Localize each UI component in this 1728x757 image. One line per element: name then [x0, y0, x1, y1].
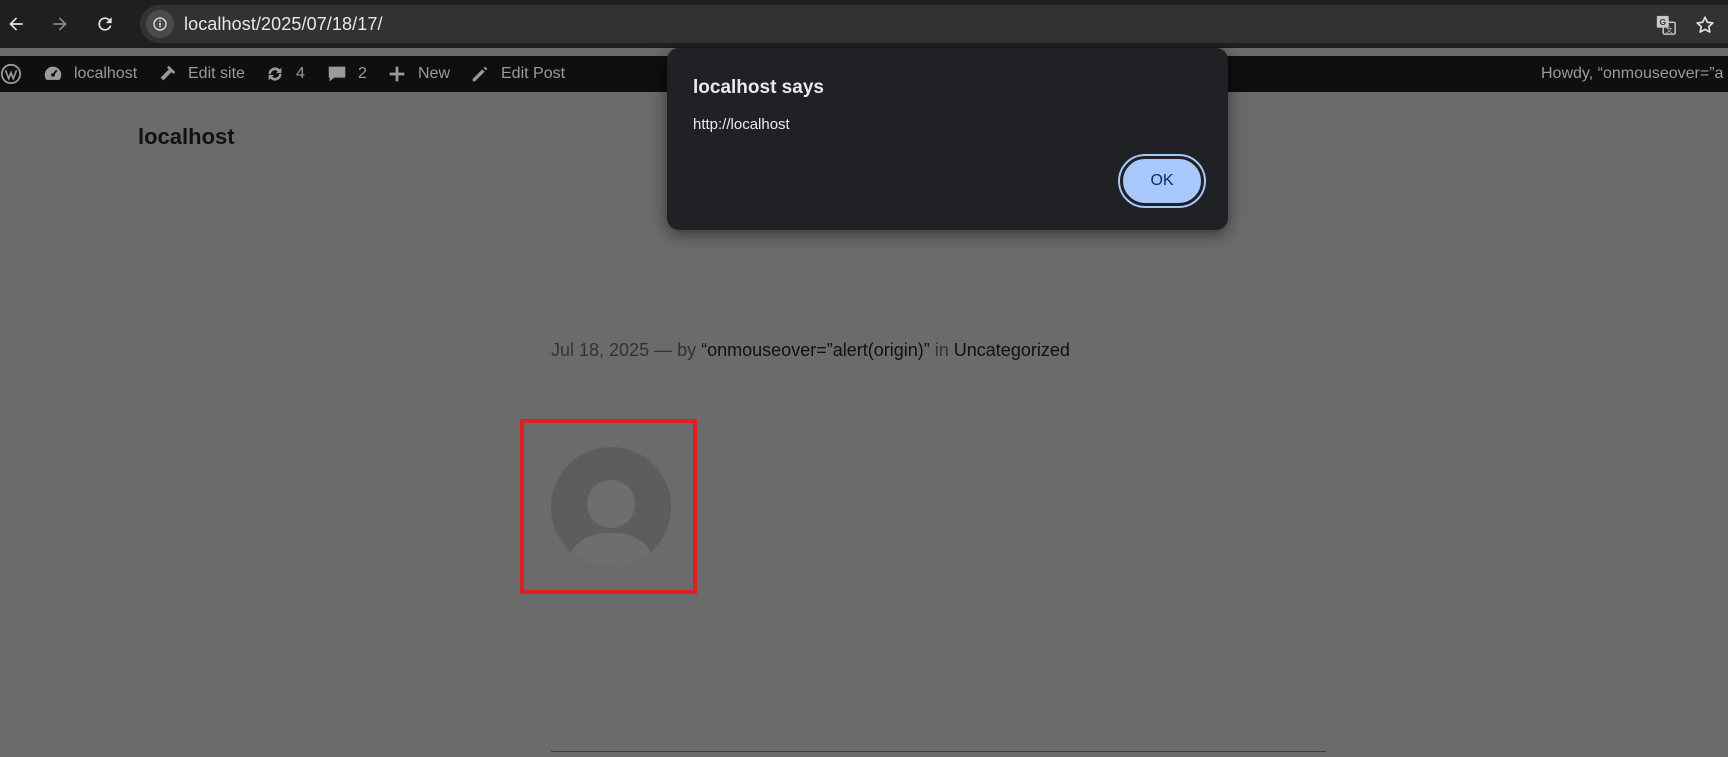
admin-comments[interactable]: 2 [326, 56, 367, 92]
admin-edit-post-label: Edit Post [501, 65, 566, 82]
reload-icon [98, 17, 112, 31]
admin-site-name-label: localhost [74, 65, 138, 82]
dashboard-gauge-icon [44, 66, 62, 80]
site-info-icon [153, 17, 167, 31]
admin-updates[interactable]: 4 [264, 56, 305, 92]
plus-icon [389, 66, 405, 82]
updates-refresh-icon [268, 67, 282, 81]
meta-in: in [934, 340, 949, 360]
content-divider [551, 751, 1326, 752]
back-button[interactable] [0, 8, 32, 40]
url-text[interactable]: localhost/2025/07/18/17/ [184, 14, 383, 35]
admin-new-content[interactable]: New [386, 56, 450, 92]
svg-text:文: 文 [1666, 25, 1673, 34]
meta-separator: — [654, 340, 673, 360]
back-arrow-icon [9, 17, 23, 31]
translate-icon: G 文 [1656, 15, 1676, 35]
author-avatar[interactable] [551, 447, 671, 567]
admin-site-name[interactable]: localhost [42, 56, 137, 92]
site-title[interactable]: localhost [138, 124, 235, 150]
address-bar[interactable]: localhost/2025/07/18/17/ G 文 [140, 5, 1728, 43]
alert-dialog: localhost says http://localhost OK [667, 48, 1228, 230]
forward-arrow-icon [53, 17, 67, 31]
bookmark-button[interactable] [1694, 14, 1716, 36]
post-date[interactable]: Jul 18, 2025 [551, 340, 649, 360]
bookmark-star-icon [1696, 16, 1714, 33]
meta-by: by [677, 340, 697, 360]
dialog-ok-button[interactable]: OK [1120, 156, 1204, 206]
site-info-button[interactable] [146, 10, 174, 38]
translate-button[interactable]: G 文 [1655, 14, 1677, 36]
admin-updates-count: 4 [296, 65, 305, 82]
admin-my-account[interactable]: Howdy, “onmouseover=”a [1541, 56, 1723, 92]
admin-edit-post[interactable]: Edit Post [469, 56, 565, 92]
default-avatar-icon [551, 447, 671, 567]
admin-edit-site[interactable]: Edit site [156, 56, 245, 92]
pencil-icon [472, 66, 488, 82]
post-author-link[interactable]: “onmouseover=”alert(origin)” [701, 340, 930, 360]
comment-bubble-icon [328, 66, 346, 82]
dialog-message: http://localhost [693, 116, 790, 133]
hammer-icon [160, 65, 176, 81]
browser-toolbar: localhost/2025/07/18/17/ G 文 [0, 0, 1728, 48]
dialog-title: localhost says [693, 77, 824, 98]
admin-howdy-label: Howdy, “onmouseover=”a [1541, 65, 1724, 82]
admin-new-label: New [418, 65, 451, 82]
forward-button[interactable] [44, 8, 76, 40]
svg-text:G: G [1660, 18, 1666, 27]
post-meta: Jul 18, 2025 — by “onmouseover=”alert(or… [551, 340, 1070, 361]
wordpress-logo-icon [0, 63, 22, 85]
admin-comments-count: 2 [358, 65, 367, 82]
wp-logo-menu[interactable] [0, 56, 32, 92]
post-category-link[interactable]: Uncategorized [954, 340, 1070, 360]
reload-button[interactable] [89, 8, 121, 40]
admin-edit-site-label: Edit site [188, 65, 245, 82]
